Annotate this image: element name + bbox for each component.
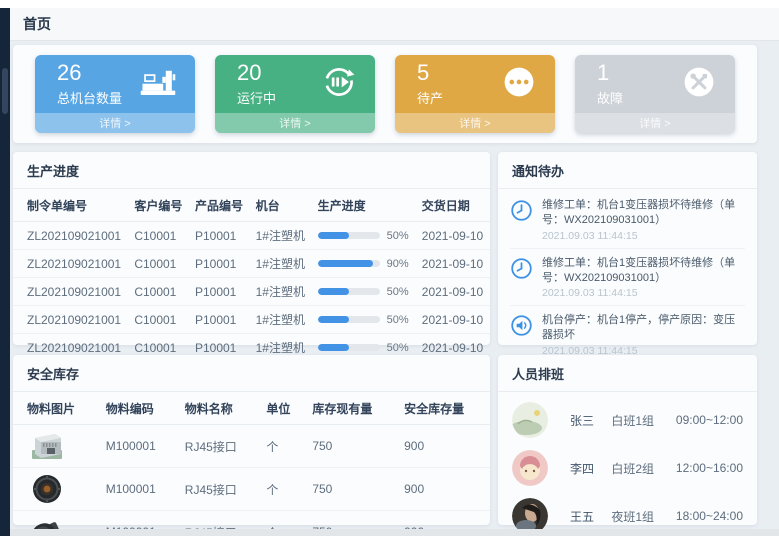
- main-content: 26 总机台数量: [10, 41, 779, 529]
- total-machines-label: 总机台数量: [57, 88, 122, 107]
- machine-icon: [139, 66, 177, 103]
- progress-bar: [318, 232, 380, 239]
- col-material-name: 物料名称: [179, 392, 261, 425]
- safety-stock-title: 安全库存: [13, 355, 490, 392]
- speaker-icon: [510, 313, 534, 357]
- col-material-image: 物料图片: [13, 392, 100, 425]
- person-time: 12:00~16:00: [676, 461, 743, 475]
- tools-icon: [681, 64, 717, 105]
- rj45-connector-photo: [27, 430, 94, 462]
- notification-text: 维修工单：机台1变压器损坏待维修（单号：WX202109031001）: [542, 256, 745, 286]
- col-product-no: 产品编号: [189, 189, 250, 222]
- col-material-code: 物料编码: [100, 392, 179, 425]
- fault-label: 故障: [597, 88, 623, 107]
- notifications-panel: 通知待办 维修工单：机台1变压器损坏待维修（单号：WX202109031001）…: [498, 152, 757, 345]
- ellipsis-icon: [501, 64, 537, 105]
- avatar: [512, 450, 548, 486]
- col-customer-no: 客户编号: [128, 189, 189, 222]
- avatar: [512, 402, 548, 438]
- table-row: ZL202109021001 C10001 P10001 1#注塑机 50% 2…: [13, 306, 490, 334]
- table-row: M100001 RJ45接口 个 750 900: [13, 425, 490, 468]
- dashboard-screen: 首页 26 总机台数量: [0, 0, 779, 536]
- person-time: 09:00~12:00: [676, 413, 743, 427]
- table-row: ZL202109021001 C10001 P10001 1#注塑机 50% 2…: [13, 278, 490, 306]
- progress-bar: [318, 288, 380, 295]
- production-progress-title: 生产进度: [13, 152, 490, 189]
- person-shift: 夜班1组: [611, 508, 676, 525]
- pending-detail-link[interactable]: 详情 >: [395, 113, 555, 133]
- safety-stock-table: 物料图片 物料编码 物料名称 单位 库存现有量 安全库存量: [13, 392, 490, 536]
- card-pending[interactable]: 5 待产 详情 >: [395, 55, 555, 133]
- running-value: 20: [237, 61, 276, 85]
- running-icon: [321, 64, 357, 105]
- table-row: M100001 RJ45接口 个 750 900: [13, 468, 490, 511]
- list-item[interactable]: 维修工单：机台1变压器损坏待维修（单号：WX202109031001） 2021…: [510, 191, 745, 249]
- clock-icon: [510, 198, 534, 242]
- fault-detail-link[interactable]: 详情 >: [575, 113, 735, 133]
- safety-stock-panel: 安全库存 物料图片 物料编码 物料名称 单位 库存现有量 安全库存量: [13, 355, 490, 525]
- horizontal-scrollbar-track[interactable]: [10, 529, 779, 536]
- running-detail-link[interactable]: 详情 >: [215, 113, 375, 133]
- col-safety-qty: 安全库存量: [398, 392, 490, 425]
- total-machines-detail-link[interactable]: 详情 >: [35, 113, 195, 133]
- list-item: 李四 白班2组 12:00~16:00: [512, 444, 743, 492]
- header-bar: 首页: [10, 8, 779, 41]
- personnel-schedule-title: 人员排班: [498, 355, 757, 392]
- list-item[interactable]: 维修工单：机台1变压器损坏待维修（单号：WX202109031001） 2021…: [510, 249, 745, 307]
- speaker-driver-photo: [27, 473, 94, 505]
- card-fault[interactable]: 1 故障: [575, 55, 735, 133]
- clock-icon: [510, 256, 534, 300]
- total-machines-value: 26: [57, 61, 122, 85]
- pending-value: 5: [417, 61, 443, 85]
- top-strip: [0, 0, 779, 8]
- person-name: 张三: [548, 412, 611, 429]
- personnel-schedule-panel: 人员排班 张三 白班1组 09:00~12:00: [498, 355, 757, 525]
- col-unit: 单位: [260, 392, 306, 425]
- notification-time: 2021.09.03 11:44:15: [542, 230, 745, 242]
- person-time: 18:00~24:00: [676, 509, 743, 523]
- stat-cards-panel: 26 总机台数量: [13, 45, 757, 143]
- table-row: ZL202109021001 C10001 P10001 1#注塑机 90% 2…: [13, 250, 490, 278]
- sidebar-rail: [0, 8, 10, 536]
- col-machine: 机台: [250, 189, 312, 222]
- progress-bar: [318, 316, 380, 323]
- person-shift: 白班2组: [611, 460, 676, 477]
- notification-text: 维修工单：机台1变压器损坏待维修（单号：WX202109031001）: [542, 198, 745, 228]
- progress-bar: [318, 260, 380, 267]
- col-current-qty: 库存现有量: [306, 392, 398, 425]
- breadcrumb-home[interactable]: 首页: [23, 14, 51, 34]
- notifications-title: 通知待办: [498, 152, 757, 189]
- card-running[interactable]: 20 运行中 详情 >: [215, 55, 375, 133]
- col-delivery-date: 交货日期: [416, 189, 490, 222]
- person-shift: 白班1组: [611, 412, 676, 429]
- list-item: 张三 白班1组 09:00~12:00: [512, 396, 743, 444]
- production-progress-panel: 生产进度 制令单编号 客户编号 产品编号 机台 生产进度 交货日期: [13, 152, 490, 345]
- running-label: 运行中: [237, 88, 276, 107]
- sidebar-scrollbar-thumb[interactable]: [2, 68, 8, 114]
- table-row: ZL202109021001 C10001 P10001 1#注塑机 50% 2…: [13, 222, 490, 250]
- notification-text: 机台停产：机台1停产，停产原因：变压器损坏: [542, 313, 745, 343]
- card-total-machines[interactable]: 26 总机台数量: [35, 55, 195, 133]
- production-progress-table: 制令单编号 客户编号 产品编号 机台 生产进度 交货日期 ZL202109021…: [13, 189, 490, 361]
- pending-label: 待产: [417, 88, 443, 107]
- person-name: 王五: [548, 508, 611, 525]
- col-progress: 生产进度: [312, 189, 416, 222]
- person-name: 李四: [548, 460, 611, 477]
- notification-time: 2021.09.03 11:44:15: [542, 287, 745, 299]
- fault-value: 1: [597, 61, 623, 85]
- progress-bar: [318, 344, 380, 351]
- col-order-no: 制令单编号: [13, 189, 128, 222]
